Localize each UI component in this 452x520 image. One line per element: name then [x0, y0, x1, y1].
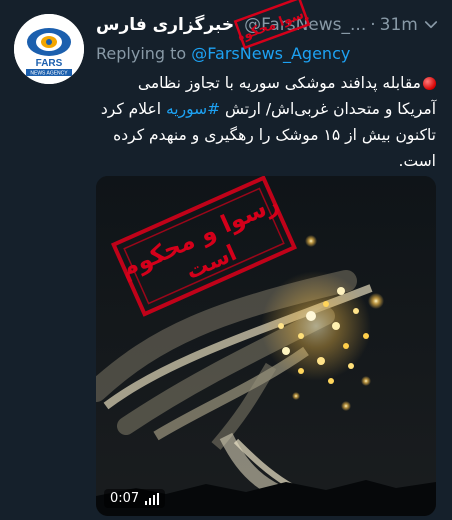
author-handle[interactable]: @FarsNews_... — [244, 15, 366, 35]
video-frame: رسوا و محکوم است — [96, 176, 436, 516]
video-duration-badge: 0:07 — [104, 489, 166, 508]
chevron-down-icon[interactable] — [422, 16, 440, 34]
separator-dot: · — [370, 15, 376, 35]
tweet-text: مقابله پدافند موشکی سوریه با تجاوز نظامی… — [96, 70, 436, 174]
replying-to: Replying to @FarsNews_Agency — [96, 44, 350, 63]
hashtag-link[interactable]: #سوریه — [166, 100, 220, 118]
timestamp[interactable]: 31m — [380, 15, 418, 35]
replying-to-handle[interactable]: @FarsNews_Agency — [191, 44, 350, 63]
fars-logo-icon: FARS NEWS AGENCY — [14, 14, 84, 84]
replying-to-label: Replying to — [96, 44, 187, 63]
tweet-header: خبرگزاری فارس @FarsNews_... · 31m — [96, 12, 418, 38]
logo-subtext: NEWS AGENCY — [30, 71, 68, 77]
red-circle-icon — [423, 77, 436, 90]
avatar[interactable]: FARS NEWS AGENCY — [14, 14, 84, 84]
audio-bars-icon[interactable] — [145, 492, 160, 505]
author-name[interactable]: خبرگزاری فارس — [96, 15, 234, 35]
video-duration: 0:07 — [110, 491, 140, 506]
video-player[interactable]: رسوا و محکوم است 0:07 — [96, 176, 436, 516]
logo-text: FARS — [36, 58, 63, 69]
